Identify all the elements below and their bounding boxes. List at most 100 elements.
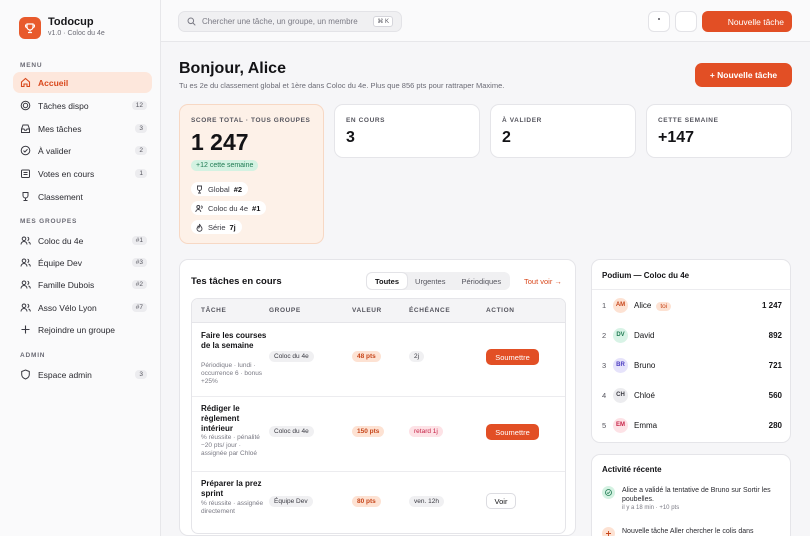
sidebar-item-admin[interactable]: Espace admin 3 [13, 364, 152, 385]
new-task-button-top[interactable]: Nouvelle tâche [702, 11, 792, 32]
view-button[interactable]: Voir [486, 493, 516, 509]
topbar: Chercher une tâche, un groupe, un membre… [161, 0, 810, 42]
see-all-link[interactable]: Tout voir → [524, 277, 562, 286]
app-version: v1.0 · Coloc du 4e [48, 30, 105, 37]
groups-section-label: MES GROUPES [20, 218, 78, 225]
page-subtitle: Tu es 2e du classement global et 1ère da… [179, 81, 505, 90]
sidebar-item-label: Coloc du 4e [38, 235, 84, 246]
task-name: Faire les courses de la semaine [201, 331, 267, 350]
users-icon [20, 257, 31, 268]
stat-value: 3 [346, 129, 355, 146]
menu-section-label: MENU [20, 62, 43, 69]
value-badge: 80 pts [352, 496, 381, 507]
score-row-label: Global [208, 184, 230, 194]
podium-name: Bruno [634, 360, 656, 370]
score-row-value: #2 [233, 184, 243, 194]
submit-button[interactable]: Soumettre [486, 424, 539, 440]
task-meta: % réussite · assignée directement [201, 500, 264, 515]
sidebar-item-label: À valider [38, 145, 72, 156]
podium-rank: 1 [602, 300, 607, 310]
podium-row[interactable]: 1 AM Alice toi 1 247 [602, 296, 782, 314]
search-placeholder: Chercher une tâche, un groupe, un membre [202, 17, 358, 26]
sidebar-group-famille[interactable]: Famille Dubois #2 [13, 274, 152, 295]
sidebar-item-votes[interactable]: Votes en cours 1 [13, 163, 152, 184]
notifications-button[interactable] [675, 11, 697, 32]
sidebar-group-equipe-dev[interactable]: Équipe Dev #3 [13, 252, 152, 273]
podium-points: 892 [768, 330, 782, 340]
podium-row[interactable]: 3 BR Bruno 721 [602, 356, 782, 374]
column-header: ACTION [486, 307, 515, 314]
rank-badge: #2 [131, 280, 147, 289]
tab-urgentes[interactable]: Urgentes [407, 273, 453, 289]
submit-button[interactable]: Soumettre [486, 349, 539, 365]
theme-toggle-button[interactable] [648, 11, 670, 32]
podium-row[interactable]: 5 EM Emma 280 [602, 416, 782, 434]
tab-periodiques[interactable]: Périodiques [453, 273, 509, 289]
table-row[interactable]: Préparer la prez sprint % réussite · ass… [192, 472, 565, 533]
stat-card-cette-semaine: CETTE SEMAINE +147 [646, 104, 792, 158]
check-circle-icon [20, 145, 31, 156]
dot-icon [658, 17, 660, 20]
users-icon [20, 302, 31, 313]
sidebar-item-label: Accueil [38, 77, 69, 88]
column-header: VALEUR [352, 307, 382, 314]
sidebar-item-mes-taches[interactable]: Mes tâches 3 [13, 118, 152, 139]
sidebar-item-classement[interactable]: Classement [13, 186, 152, 207]
check-icon [602, 486, 615, 499]
due-badge: 2j [409, 351, 425, 362]
count-badge: 1 [135, 169, 147, 178]
table-row[interactable]: Rédiger le règlement intérieur % réussit… [192, 397, 565, 472]
score-label: SCORE TOTAL · TOUS GROUPES [191, 117, 311, 124]
rank-badge: #7 [131, 303, 147, 312]
brand[interactable]: Todocup v1.0 · Coloc du 4e [19, 16, 105, 39]
activity-text: Nouvelle tâche Aller chercher le colis d… [622, 528, 754, 535]
podium-row[interactable]: 4 CH Chloé 560 [602, 386, 782, 404]
sidebar-item-taches-dispo[interactable]: Tâches dispo 12 [13, 95, 152, 116]
podium-row[interactable]: 2 DV David 892 [602, 326, 782, 344]
sidebar-item-a-valider[interactable]: À valider 2 [13, 140, 152, 161]
rank-badge: #3 [131, 258, 147, 267]
sidebar-item-label: Mes tâches [38, 123, 82, 134]
join-group-link[interactable]: Rejoindre un groupe [13, 319, 152, 340]
stat-label: CETTE SEMAINE [658, 117, 719, 124]
trophy-icon [20, 191, 31, 202]
count-badge: 12 [131, 101, 147, 110]
tasks-table: TÂCHE GROUPE VALEUR ÉCHÉANCE ACTION Fair… [191, 298, 566, 534]
task-name: Préparer la prez sprint [201, 479, 262, 498]
sidebar-item-label: Espace admin [38, 369, 92, 380]
column-header: ÉCHÉANCE [409, 307, 451, 314]
tab-toutes[interactable]: Toutes [367, 273, 408, 289]
score-row-group: Coloc du 4e #1 [191, 201, 267, 215]
score-row-label: Série [208, 222, 226, 232]
page-title: Bonjour, Alice [179, 60, 286, 77]
search-input[interactable]: Chercher une tâche, un groupe, un membre… [178, 11, 402, 32]
score-row-value: 7j [229, 222, 236, 232]
podium-points: 1 247 [761, 300, 782, 310]
sidebar-group-asso-velo[interactable]: Asso Vélo Lyon #7 [13, 297, 152, 318]
podium-rank: 5 [602, 420, 607, 430]
ballot-icon [20, 168, 31, 179]
value-badge: 48 pts [352, 351, 381, 362]
target-icon [20, 100, 31, 111]
score-card: SCORE TOTAL · TOUS GROUPES 1 247 +12 cet… [179, 104, 324, 244]
activity-item[interactable]: Nouvelle tâche Aller chercher le colis d… [602, 527, 782, 536]
sidebar-item-label: Équipe Dev [38, 257, 82, 268]
podium-name: Chloé [634, 390, 655, 400]
new-task-button[interactable]: + Nouvelle tâche [695, 63, 792, 87]
plus-icon [20, 324, 31, 335]
avatar: CH [613, 387, 628, 403]
score-row-streak: Série 7j [191, 220, 242, 234]
search-icon [187, 13, 196, 31]
sidebar-item-accueil[interactable]: Accueil [13, 72, 152, 93]
score-delta-badge: +12 cette semaine [191, 160, 259, 171]
app-name: Todocup [48, 16, 94, 28]
podium-name: Emma [634, 420, 658, 430]
group-badge: Équipe Dev [269, 496, 313, 507]
table-header: TÂCHE GROUPE VALEUR ÉCHÉANCE ACTION [192, 299, 565, 323]
activity-item[interactable]: Alice a validé la tentative de Bruno sur… [602, 486, 782, 513]
tasks-card: Tes tâches en cours Toutes Urgentes Péri… [179, 259, 576, 536]
sidebar-group-coloc[interactable]: Coloc du 4e #1 [13, 230, 152, 251]
sidebar-item-label: Asso Vélo Lyon [38, 302, 97, 313]
table-row[interactable]: Faire les courses de la semaine Périodiq… [192, 323, 565, 397]
due-badge: ven. 12h [409, 496, 444, 507]
